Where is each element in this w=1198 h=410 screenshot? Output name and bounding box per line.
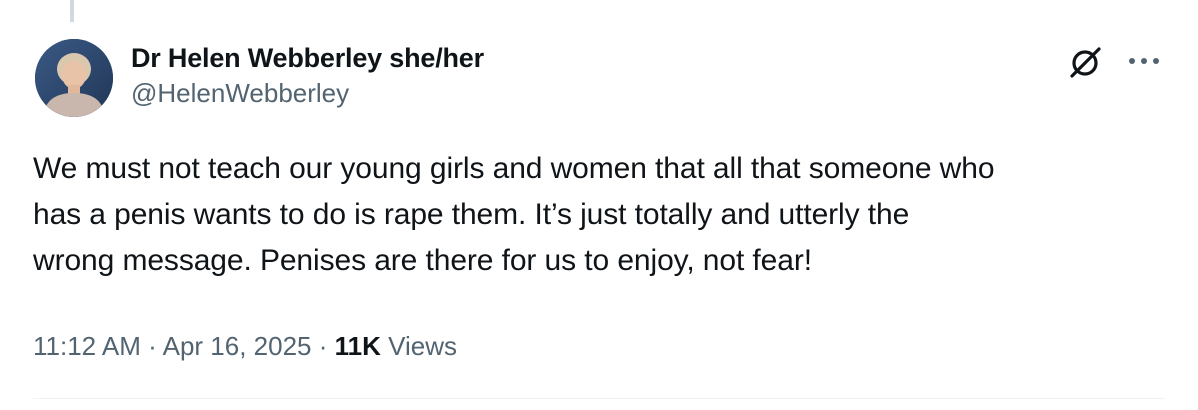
tweet-text: We must not teach our young girls and wo… — [33, 152, 995, 277]
more-icon[interactable] — [1124, 46, 1164, 76]
views-label: Views — [380, 331, 457, 361]
avatar[interactable] — [35, 39, 113, 117]
meta-separator: · — [140, 331, 163, 361]
thread-connector-line — [70, 0, 74, 22]
author-display-name[interactable]: Dr Helen Webberley she/her — [131, 40, 484, 76]
tweet-time[interactable]: 11:12 AM — [33, 331, 141, 361]
avatar-image — [35, 39, 113, 117]
divider — [33, 398, 1165, 399]
meta-separator: · — [311, 331, 335, 361]
grok-icon[interactable] — [1066, 45, 1106, 79]
author-handle[interactable]: @HelenWebberley — [131, 76, 484, 110]
tweet-header: Dr Helen Webberley she/her @HelenWebberl… — [131, 40, 484, 110]
tweet-date[interactable]: Apr 16, 2025 — [163, 331, 312, 361]
tweet-meta: 11:12 AM · Apr 16, 2025 · 11K Views — [33, 326, 457, 366]
views-count: 11K — [334, 331, 381, 361]
